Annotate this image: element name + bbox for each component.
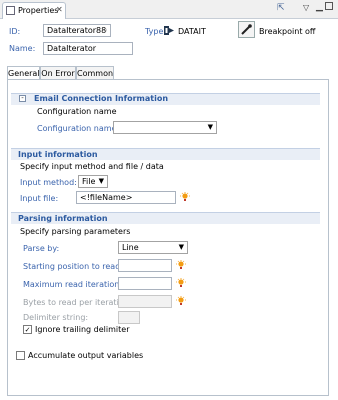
export-icon[interactable]: ⇱ xyxy=(277,3,287,13)
accumulate-label: Accumulate output variables xyxy=(28,351,144,360)
max-read-field[interactable] xyxy=(118,277,172,290)
tab-on-error[interactable]: On Error xyxy=(40,66,76,80)
ignore-trailing-label: Ignore trailing delimiter xyxy=(35,325,130,334)
input-section-header: Input information xyxy=(11,148,320,160)
chevron-down-icon: ▼ xyxy=(207,123,213,131)
properties-view-tab[interactable]: Properties ✕ xyxy=(2,2,66,19)
delimiter-label: Delimiter string: xyxy=(23,313,89,322)
properties-icon xyxy=(6,6,15,15)
tab-general[interactable]: General xyxy=(7,66,40,80)
breakpoint-button[interactable] xyxy=(238,21,255,38)
input-method-label: Input method: xyxy=(20,178,77,187)
start-position-field[interactable] xyxy=(118,259,172,272)
bytes-per-iteration-label: Bytes to read per iteration: xyxy=(23,298,132,307)
collapse-icon[interactable]: - xyxy=(19,95,26,102)
input-method-select[interactable]: File ▼ xyxy=(78,175,108,188)
parsing-section-header: Parsing information xyxy=(11,212,320,224)
parse-by-select[interactable]: Line ▼ xyxy=(118,241,188,254)
chevron-down-icon: ▼ xyxy=(178,243,184,251)
parsing-description: Specify parsing parameters xyxy=(20,227,131,236)
input-file-field[interactable] xyxy=(76,191,176,204)
email-section-title: Email Connection Information xyxy=(34,94,169,103)
ignore-trailing-checkbox[interactable]: ✓ xyxy=(23,325,32,334)
breakpoint-icon xyxy=(241,24,252,35)
lightbulb-icon[interactable] xyxy=(176,296,186,306)
delimiter-field xyxy=(118,311,140,324)
start-position-label: Starting position to read: xyxy=(23,262,123,271)
lightbulb-icon[interactable] xyxy=(176,260,186,270)
view-menu-icon[interactable]: ▽ xyxy=(303,3,313,13)
accumulate-checkbox[interactable] xyxy=(16,351,25,360)
lightbulb-icon[interactable] xyxy=(180,192,190,202)
tab-common[interactable]: Common xyxy=(76,66,114,80)
input-section-title: Input information xyxy=(18,150,98,159)
parse-by-value: Line xyxy=(122,243,139,252)
id-label: ID: xyxy=(9,27,21,36)
view-title: Properties xyxy=(18,6,59,15)
id-field[interactable] xyxy=(43,24,111,37)
name-label: Name: xyxy=(9,44,36,53)
close-icon[interactable]: ✕ xyxy=(56,5,63,14)
dataiterator-type-icon xyxy=(163,25,175,36)
config-name-label: Configuration name: xyxy=(37,124,120,133)
type-value: DATAIT xyxy=(178,27,206,36)
maximize-icon[interactable] xyxy=(325,2,333,10)
input-description: Specify input method and file / data xyxy=(20,162,164,171)
bytes-per-iteration-field xyxy=(118,295,172,308)
max-read-label: Maximum read iterations: xyxy=(23,280,127,289)
input-method-value: File xyxy=(82,177,96,186)
parse-by-label: Parse by: xyxy=(23,244,60,253)
email-subtitle: Configuration name xyxy=(37,107,117,116)
lightbulb-icon[interactable] xyxy=(176,278,186,288)
minimize-icon[interactable]: ▁ xyxy=(316,2,323,12)
config-name-select[interactable]: ▼ xyxy=(113,121,217,134)
chevron-down-icon: ▼ xyxy=(98,177,104,185)
input-file-label: Input file: xyxy=(20,194,59,203)
parsing-section-title: Parsing information xyxy=(18,214,108,223)
breakpoint-label: Breakpoint off xyxy=(259,27,316,36)
name-field[interactable] xyxy=(43,42,133,55)
